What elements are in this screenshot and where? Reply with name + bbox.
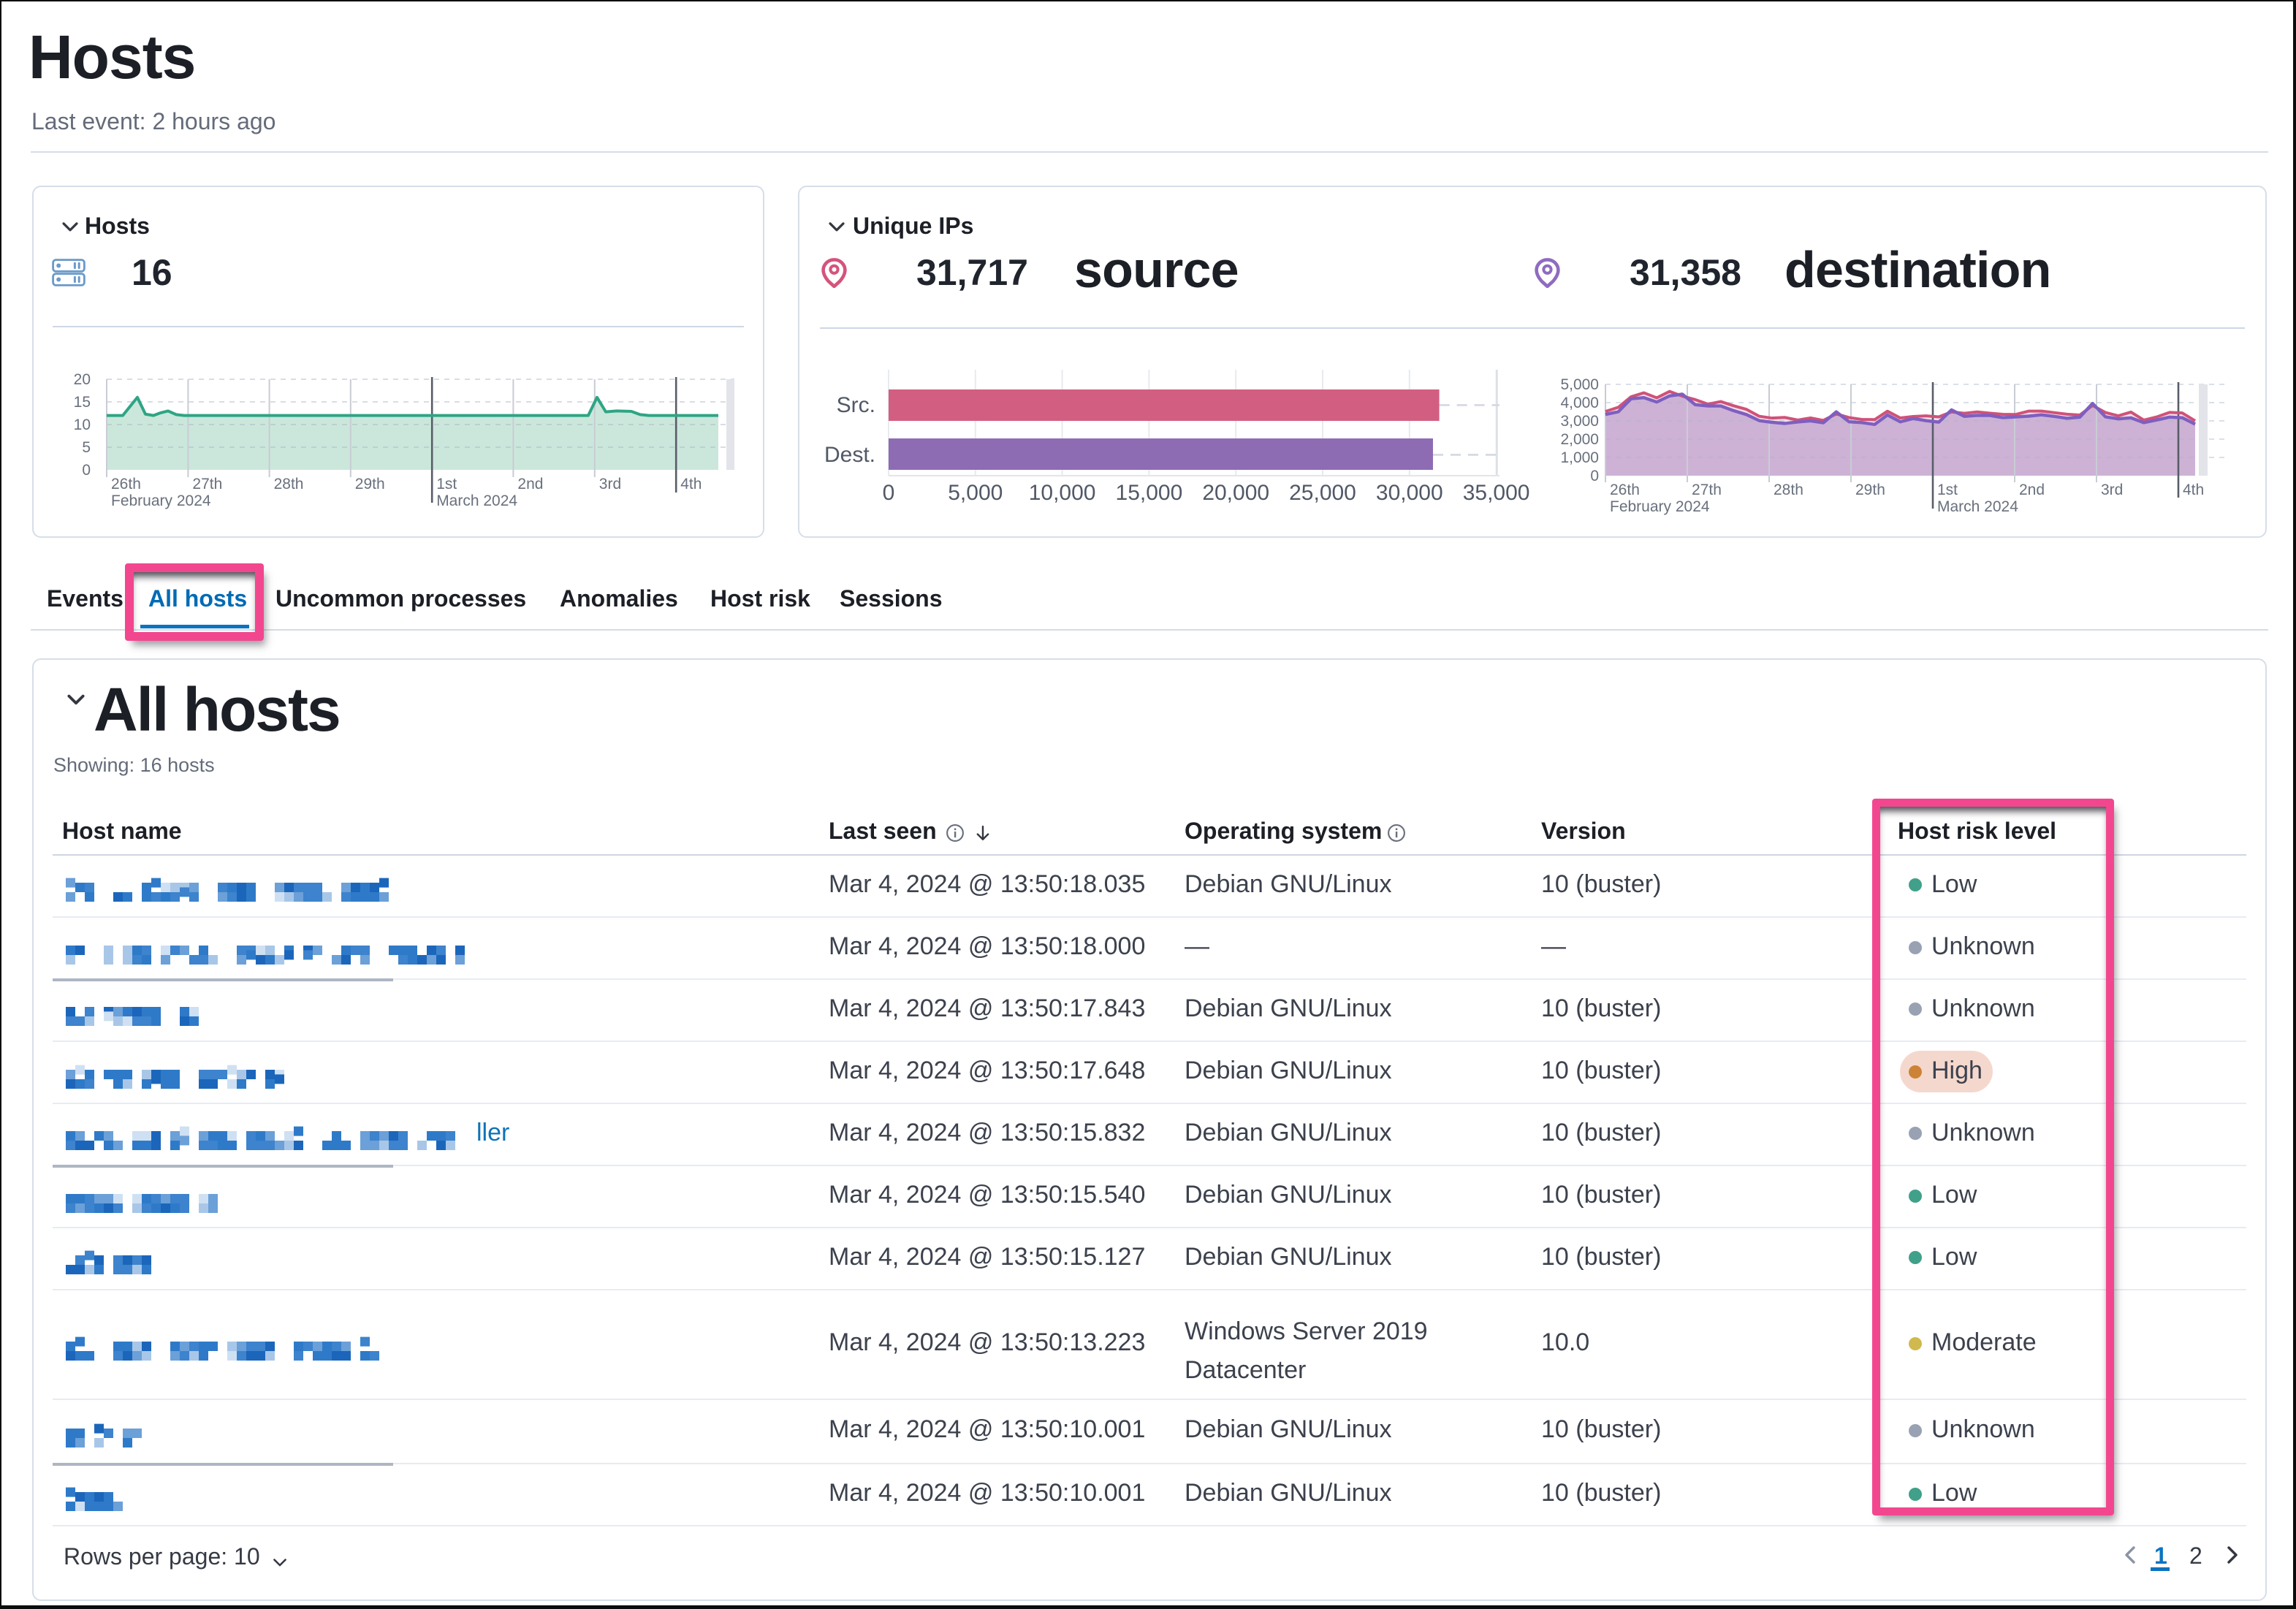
svg-text:28th: 28th (1774, 482, 1803, 498)
svg-text:35,000: 35,000 (1463, 481, 1530, 505)
svg-text:1st: 1st (1937, 482, 1958, 498)
svg-text:1,000: 1,000 (1560, 449, 1599, 466)
svg-text:Src.: Src. (837, 393, 875, 417)
svg-text:15: 15 (74, 394, 91, 411)
svg-text:27th: 27th (1692, 482, 1722, 498)
svg-text:5,000: 5,000 (948, 481, 1003, 505)
svg-text:28th: 28th (274, 476, 304, 492)
svg-text:26th: 26th (111, 476, 141, 492)
svg-text:3,000: 3,000 (1560, 413, 1599, 430)
svg-text:3rd: 3rd (599, 476, 621, 492)
svg-text:Dest.: Dest. (824, 443, 875, 467)
svg-text:March 2024: March 2024 (436, 492, 517, 509)
svg-text:4,000: 4,000 (1560, 395, 1599, 411)
svg-text:10: 10 (74, 416, 91, 433)
svg-text:29th: 29th (1855, 482, 1885, 498)
svg-text:5,000: 5,000 (1560, 376, 1599, 393)
svg-text:30,000: 30,000 (1376, 481, 1443, 505)
svg-text:2nd: 2nd (2019, 482, 2045, 498)
svg-text:27th: 27th (192, 476, 222, 492)
svg-text:4th: 4th (2183, 482, 2204, 498)
svg-text:March 2024: March 2024 (1937, 498, 2018, 515)
svg-text:3rd: 3rd (2101, 482, 2123, 498)
svg-text:February 2024: February 2024 (111, 492, 211, 509)
svg-text:4th: 4th (680, 476, 702, 492)
svg-text:2nd: 2nd (517, 476, 543, 492)
svg-text:29th: 29th (355, 476, 385, 492)
svg-text:0: 0 (82, 462, 91, 479)
svg-text:10,000: 10,000 (1029, 481, 1096, 505)
svg-text:26th: 26th (1610, 482, 1640, 498)
svg-text:1st: 1st (436, 476, 457, 492)
svg-text:20,000: 20,000 (1202, 481, 1269, 505)
svg-text:20: 20 (74, 371, 91, 388)
svg-text:2,000: 2,000 (1560, 431, 1599, 448)
svg-text:February 2024: February 2024 (1610, 498, 1710, 515)
svg-text:15,000: 15,000 (1116, 481, 1183, 505)
svg-text:25,000: 25,000 (1289, 481, 1356, 505)
svg-text:5: 5 (82, 439, 91, 456)
svg-text:0: 0 (1590, 468, 1599, 484)
svg-text:0: 0 (883, 481, 895, 505)
